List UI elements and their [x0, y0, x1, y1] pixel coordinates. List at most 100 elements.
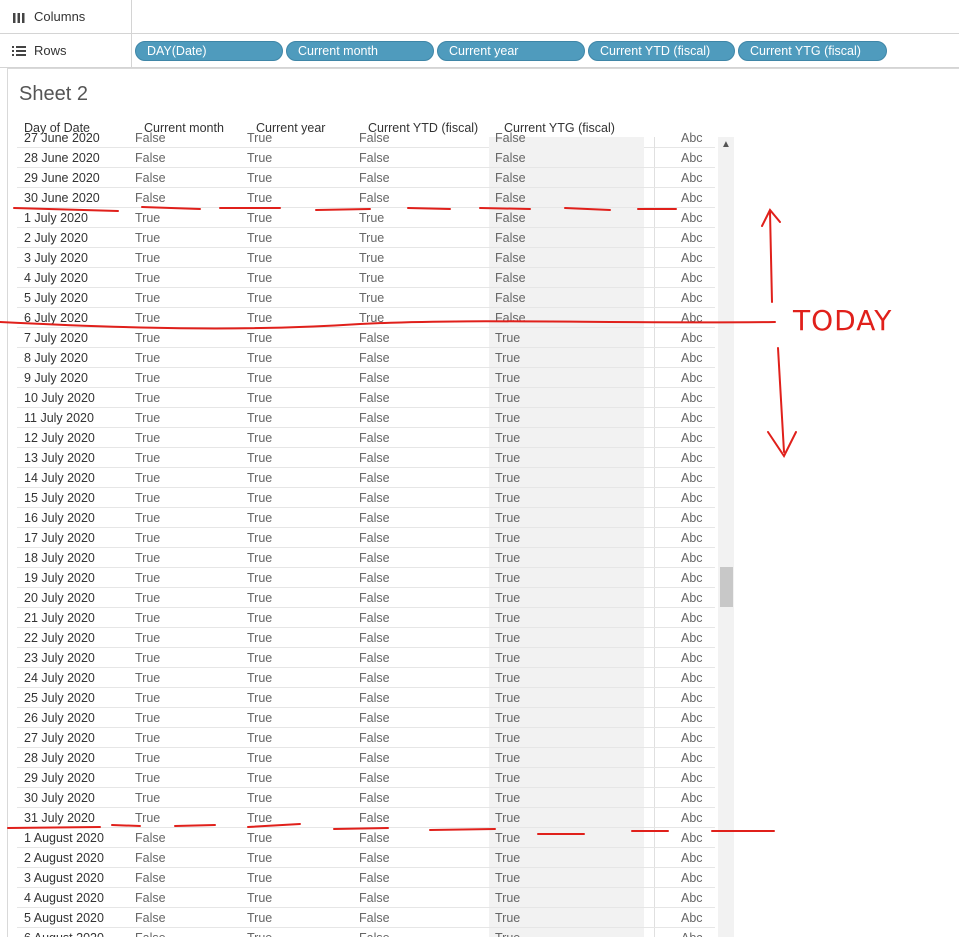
cell-current-month: True	[135, 611, 161, 625]
table-row[interactable]: 27 July 2020 True True False True Abc	[17, 728, 715, 748]
column-divider	[654, 468, 655, 487]
cell-current-ytg: True	[495, 351, 521, 365]
table-row[interactable]: 17 July 2020 True True False True Abc	[17, 528, 715, 548]
table-row[interactable]: 10 July 2020 True True False True Abc	[17, 388, 715, 408]
today-annotation: TODAY	[793, 304, 893, 337]
pill-current-month[interactable]: Current month	[286, 40, 434, 61]
cell-day-of-date: 2 August 2020	[24, 851, 104, 865]
table-row[interactable]: 20 July 2020 True True False True Abc	[17, 588, 715, 608]
columns-shelf[interactable]: Columns	[0, 0, 959, 34]
table-row[interactable]: 11 July 2020 True True False True Abc	[17, 408, 715, 428]
cell-day-of-date: 2 July 2020	[24, 231, 88, 245]
rows-shelf-label: Rows	[0, 34, 132, 67]
table-row[interactable]: 16 July 2020 True True False True Abc	[17, 508, 715, 528]
column-divider	[654, 448, 655, 467]
cell-abc: Abc	[681, 851, 703, 865]
table-row[interactable]: 18 July 2020 True True False True Abc	[17, 548, 715, 568]
table-row[interactable]: 28 July 2020 True True False True Abc	[17, 748, 715, 768]
scroll-thumb[interactable]	[720, 567, 733, 607]
cell-day-of-date: 29 July 2020	[24, 771, 95, 785]
cell-abc: Abc	[681, 751, 703, 765]
pill-current-ytg[interactable]: Current YTG (fiscal)	[738, 40, 887, 61]
table-row[interactable]: 5 July 2020 True True True False Abc	[17, 288, 715, 308]
cell-current-year: True	[247, 571, 273, 585]
table-row[interactable]: 19 July 2020 True True False True Abc	[17, 568, 715, 588]
table-row[interactable]: 15 July 2020 True True False True Abc	[17, 488, 715, 508]
cell-abc: Abc	[681, 411, 703, 425]
table-row[interactable]: 3 August 2020 False True False True Abc	[17, 868, 715, 888]
scroll-up-icon[interactable]: ▲	[718, 137, 734, 153]
table-row[interactable]: 24 July 2020 True True False True Abc	[17, 668, 715, 688]
cell-current-year: True	[247, 931, 272, 937]
table-row[interactable]: 8 July 2020 True True False True Abc	[17, 348, 715, 368]
data-table: 27 June 2020 False True False False Abc 28 Jun…	[17, 131, 715, 937]
table-row[interactable]: 9 July 2020 True True False True Abc	[17, 368, 715, 388]
table-row[interactable]: 5 August 2020 False True False True Abc	[17, 908, 715, 928]
table-row[interactable]: 25 July 2020 True True False True Abc	[17, 688, 715, 708]
cell-current-ytd: False	[359, 691, 390, 705]
cell-current-year: True	[247, 711, 273, 725]
cell-day-of-date: 6 August 2020	[24, 931, 104, 937]
table-row[interactable]: 1 July 2020 True True True False Abc	[17, 208, 715, 228]
table-row[interactable]: 29 July 2020 True True False True Abc	[17, 768, 715, 788]
pill-day-date[interactable]: DAY(Date)	[135, 40, 283, 61]
cell-current-month: True	[135, 391, 161, 405]
cell-day-of-date: 29 June 2020	[24, 171, 100, 185]
table-row[interactable]: 4 July 2020 True True True False Abc	[17, 268, 715, 288]
table-row[interactable]: 28 June 2020 False True False False Abc	[17, 148, 715, 168]
table-row[interactable]: 30 June 2020 False True False False Abc	[17, 188, 715, 208]
cell-current-ytd: False	[359, 451, 390, 465]
table-row[interactable]: 1 August 2020 False True False True Abc	[17, 828, 715, 848]
column-divider	[654, 168, 655, 187]
table-row[interactable]: 4 August 2020 False True False True Abc	[17, 888, 715, 908]
table-row[interactable]: 31 July 2020 True True False True Abc	[17, 808, 715, 828]
column-divider	[654, 288, 655, 307]
table-row[interactable]: 13 July 2020 True True False True Abc	[17, 448, 715, 468]
cell-abc: Abc	[681, 171, 703, 185]
cell-current-ytg: True	[495, 671, 521, 685]
column-divider	[654, 268, 655, 287]
cell-current-year: True	[247, 431, 273, 445]
table-row[interactable]: 23 July 2020 True True False True Abc	[17, 648, 715, 668]
cell-current-ytd: False	[359, 871, 390, 885]
table-row[interactable]: 27 June 2020 False True False False Abc	[17, 131, 715, 156]
table-row[interactable]: 2 August 2020 False True False True Abc	[17, 848, 715, 868]
table-row[interactable]: 22 July 2020 True True False True Abc	[17, 628, 715, 648]
cell-day-of-date: 22 July 2020	[24, 631, 95, 645]
cell-day-of-date: 3 August 2020	[24, 871, 104, 885]
column-divider	[654, 308, 655, 327]
pill-current-year[interactable]: Current year	[437, 40, 585, 61]
rows-shelf[interactable]: Rows DAY(Date) Current month Current yea…	[0, 34, 959, 68]
cell-current-year: True	[247, 251, 273, 265]
cell-abc: Abc	[681, 211, 703, 225]
cell-abc: Abc	[681, 711, 703, 725]
cell-abc: Abc	[681, 871, 703, 885]
cell-current-year: True	[247, 231, 273, 245]
table-row[interactable]: 29 June 2020 False True False False Abc	[17, 168, 715, 188]
cell-current-ytg: True	[495, 771, 521, 785]
cell-current-ytg: True	[495, 711, 521, 725]
cell-current-year: True	[247, 671, 273, 685]
table-row[interactable]: 12 July 2020 True True False True Abc	[17, 428, 715, 448]
cell-current-ytd: False	[359, 411, 390, 425]
table-row[interactable]: 14 July 2020 True True False True Abc	[17, 468, 715, 488]
cell-abc: Abc	[681, 811, 703, 825]
cell-day-of-date: 25 July 2020	[24, 691, 95, 705]
table-row[interactable]: 6 July 2020 True True True False Abc	[17, 308, 715, 328]
table-row[interactable]: 26 July 2020 True True False True Abc	[17, 708, 715, 728]
vertical-scrollbar[interactable]: ▲	[718, 137, 734, 937]
table-row[interactable]: 2 July 2020 True True True False Abc	[17, 228, 715, 248]
cell-abc: Abc	[681, 571, 703, 585]
cell-current-month: True	[135, 731, 161, 745]
column-divider	[654, 568, 655, 587]
pill-current-ytd[interactable]: Current YTD (fiscal)	[588, 40, 735, 61]
table-row[interactable]: 7 July 2020 True True False True Abc	[17, 328, 715, 348]
cell-abc: Abc	[681, 551, 703, 565]
table-row[interactable]: 3 July 2020 True True True False Abc	[17, 248, 715, 268]
column-divider	[654, 848, 655, 867]
cell-current-ytd: False	[359, 791, 390, 805]
cell-current-month: True	[135, 351, 161, 365]
table-row[interactable]: 21 July 2020 True True False True Abc	[17, 608, 715, 628]
table-row[interactable]: 30 July 2020 True True False True Abc	[17, 788, 715, 808]
cell-day-of-date: 21 July 2020	[24, 611, 95, 625]
